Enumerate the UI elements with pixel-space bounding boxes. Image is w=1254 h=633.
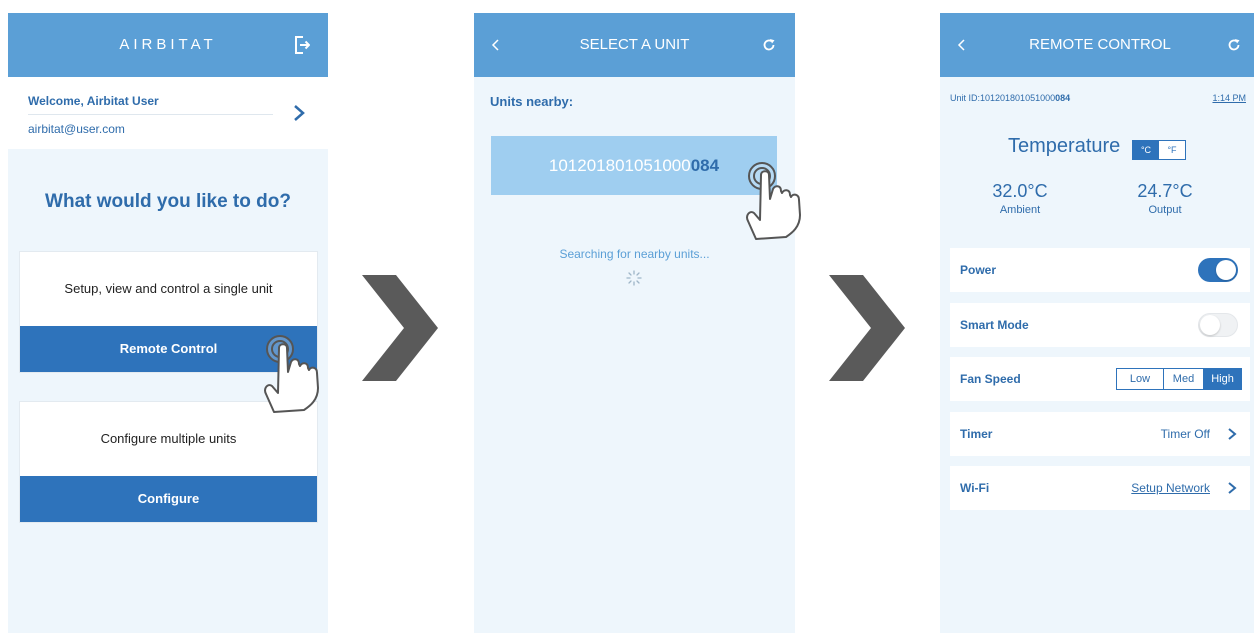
ambient-value: 32.0°C <box>992 181 1048 201</box>
unit-id-suffix: 084 <box>690 156 720 175</box>
fan-speed-med[interactable]: Med <box>1163 369 1203 389</box>
page-question: What would you like to do? <box>45 191 291 212</box>
timer-value: Timer Off <box>1160 427 1210 441</box>
fan-speed-selector: Low Med High <box>1116 368 1242 390</box>
logout-icon <box>295 36 310 54</box>
select-unit-screen: SELECT A UNIT Units nearby: 101201801051… <box>474 13 795 633</box>
celsius-option[interactable]: °C <box>1133 141 1159 159</box>
power-toggle[interactable] <box>1198 258 1238 282</box>
ambient-reading: 32.0°C Ambient <box>975 181 1065 216</box>
screen-title: SELECT A UNIT <box>579 36 690 53</box>
searching-status: Searching for nearby units... <box>559 247 710 261</box>
unit-list-item[interactable]: 101201801051000084 <box>491 136 777 195</box>
configure-button[interactable]: Configure <box>20 476 317 522</box>
last-update-time[interactable]: 1:14 PM <box>1212 93 1246 103</box>
screen-title: REMOTE CONTROL <box>1029 36 1171 53</box>
logout-button[interactable] <box>290 33 314 57</box>
timer-label: Timer <box>960 427 993 441</box>
chevron-arrow-icon <box>829 275 905 381</box>
home-header: AIRBITAT <box>8 13 328 77</box>
user-email: airbitat@user.com <box>28 122 125 136</box>
app-title: AIRBITAT <box>119 36 217 53</box>
fan-speed-low[interactable]: Low <box>1117 369 1163 389</box>
power-row: Power <box>950 248 1250 292</box>
unit-id-prefix: 101201801051000 <box>548 156 691 175</box>
toggle-knob <box>1200 315 1220 335</box>
refresh-button[interactable] <box>757 33 781 57</box>
toggle-knob <box>1216 260 1236 280</box>
units-nearby-label: Units nearby: <box>490 94 574 109</box>
output-value: 24.7°C <box>1137 181 1193 201</box>
wifi-row[interactable]: Wi-Fi Setup Network <box>950 466 1250 510</box>
chevron-right-icon <box>294 105 305 121</box>
fan-speed-label: Fan Speed <box>960 372 1021 386</box>
remote-control-header: REMOTE CONTROL <box>940 13 1254 77</box>
profile-divider <box>28 114 273 115</box>
loading-spinner-icon <box>626 270 642 286</box>
multiple-units-card: Configure multiple units Configure <box>19 401 318 523</box>
unit-id-label: Unit ID: <box>950 93 981 103</box>
smart-mode-label: Smart Mode <box>960 318 1029 332</box>
smart-mode-row: Smart Mode <box>950 303 1250 347</box>
fan-speed-high[interactable]: High <box>1203 369 1241 389</box>
select-unit-header: SELECT A UNIT <box>474 13 795 77</box>
temperature-unit-toggle: °C °F <box>1132 140 1186 160</box>
chevron-right-icon <box>1228 428 1237 440</box>
fan-speed-row: Fan Speed Low Med High <box>950 357 1250 401</box>
temperature-title: Temperature <box>1008 135 1121 157</box>
power-label: Power <box>960 263 997 277</box>
unit-id-suffix: 084 <box>1055 93 1071 103</box>
refresh-button[interactable] <box>1222 33 1246 57</box>
chevron-right-icon <box>1228 482 1237 494</box>
user-profile-row[interactable]: Welcome, Airbitat User airbitat@user.com <box>8 77 328 149</box>
tap-gesture-icon <box>746 162 801 240</box>
timer-row[interactable]: Timer Timer Off <box>950 412 1250 456</box>
output-label: Output <box>1148 204 1182 216</box>
welcome-text: Welcome, Airbitat User <box>28 94 159 108</box>
setup-network-link[interactable]: Setup Network <box>1131 466 1210 510</box>
unit-id-prefix: 101201801051000 <box>980 93 1056 103</box>
ambient-label: Ambient <box>999 204 1041 216</box>
single-unit-description: Setup, view and control a single unit <box>64 281 273 296</box>
wifi-label: Wi-Fi <box>960 481 990 495</box>
remote-control-screen: REMOTE CONTROL Unit ID:10120180105100008… <box>940 13 1254 633</box>
refresh-icon <box>763 39 775 51</box>
refresh-icon <box>1228 39 1240 51</box>
smart-mode-toggle[interactable] <box>1198 313 1238 337</box>
unit-id-display: Unit ID:101201801051000084 <box>950 93 1070 103</box>
output-reading: 24.7°C Output <box>1115 181 1215 216</box>
tap-gesture-icon <box>264 335 319 413</box>
home-screen: AIRBITAT Welcome, Airbitat User airbitat… <box>8 13 328 633</box>
fahrenheit-option[interactable]: °F <box>1159 141 1185 159</box>
chevron-arrow-icon <box>362 275 438 381</box>
